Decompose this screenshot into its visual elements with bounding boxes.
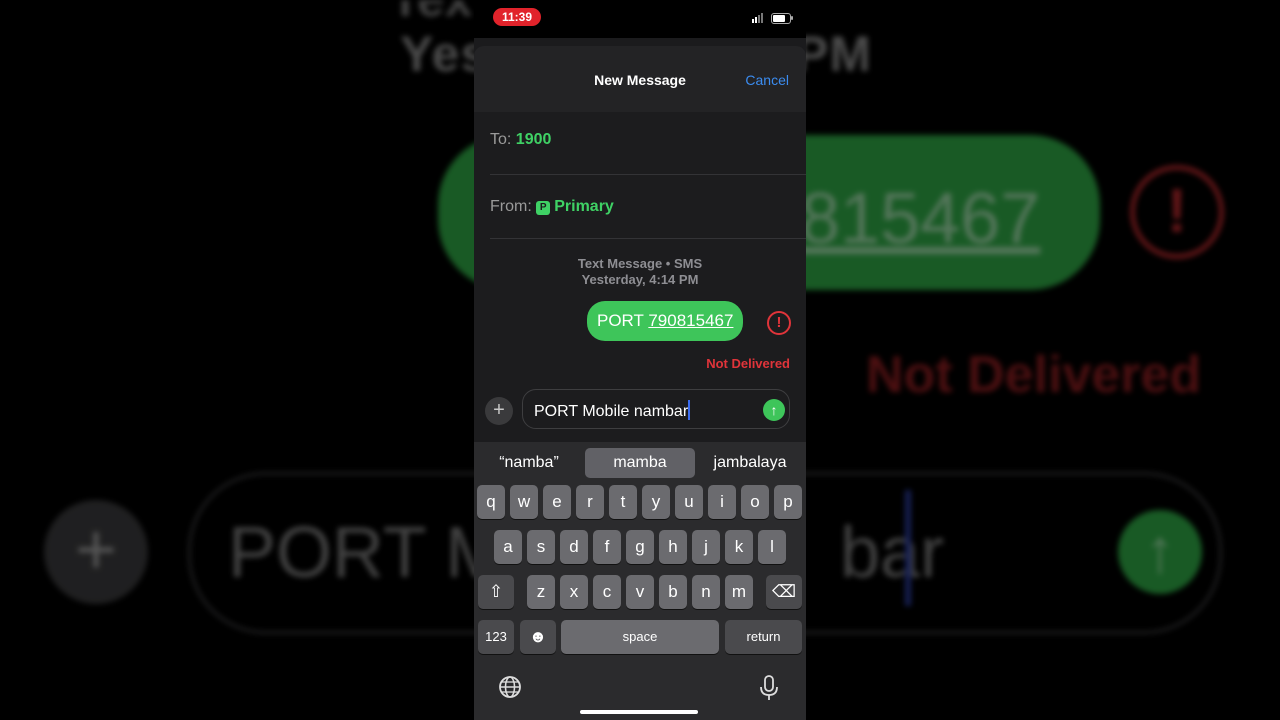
sender-line[interactable]: Primary (554, 198, 614, 215)
send-button[interactable]: ↑ (763, 399, 785, 421)
divider (490, 238, 806, 239)
alert-icon[interactable]: ! (767, 311, 791, 335)
suggestion-1[interactable]: “namba” (482, 448, 576, 478)
return-key[interactable]: return (725, 620, 802, 654)
phone-number-link[interactable]: 790815467 (648, 311, 733, 330)
key-n[interactable]: n (692, 575, 720, 609)
space-key[interactable]: space (561, 620, 719, 654)
status-bar: 11:39 (474, 0, 806, 38)
message-bubble[interactable]: PORT 790815467 (587, 301, 744, 341)
key-d[interactable]: d (560, 530, 588, 564)
message-text: PORT (597, 311, 649, 330)
globe-icon[interactable] (498, 675, 522, 699)
cancel-button[interactable]: Cancel (745, 72, 789, 88)
key-v[interactable]: v (626, 575, 654, 609)
message-input[interactable]: PORT Mobile nambar ↑ (522, 389, 790, 429)
message-timestamp: Yesterday, 4:14 PM (581, 272, 699, 287)
nav-bar: New Message Cancel (474, 46, 806, 112)
key-y[interactable]: y (642, 485, 670, 519)
status-time: 11:39 (493, 8, 541, 26)
key-m[interactable]: m (725, 575, 753, 609)
key-c[interactable]: c (593, 575, 621, 609)
plus-button[interactable]: + (485, 397, 513, 425)
numbers-key[interactable]: 123 (478, 620, 514, 654)
key-z[interactable]: z (527, 575, 555, 609)
primary-line-icon: P (536, 201, 551, 215)
suggestion-3[interactable]: jambalaya (703, 448, 797, 478)
bg-title-fragment: Tex (390, 0, 472, 28)
bg-number-fragment: 815467 (800, 179, 1041, 259)
divider (490, 174, 806, 175)
phone-screen: 11:39 New Message Cancel To: 1900 From: … (474, 0, 806, 720)
battery-icon (771, 13, 791, 24)
bg-timestamp-right: PM (795, 26, 872, 82)
signal-icon (752, 13, 763, 23)
delete-key[interactable]: ⌫ (766, 575, 802, 609)
key-a[interactable]: a (494, 530, 522, 564)
delivery-status: Not Delivered (706, 356, 790, 371)
key-s[interactable]: s (527, 530, 555, 564)
key-r[interactable]: r (576, 485, 604, 519)
key-f[interactable]: f (593, 530, 621, 564)
bg-plus-icon: + (44, 500, 148, 604)
key-q[interactable]: q (477, 485, 505, 519)
key-t[interactable]: t (609, 485, 637, 519)
key-k[interactable]: k (725, 530, 753, 564)
service-label: Text Message • SMS (577, 256, 703, 271)
microphone-icon[interactable] (759, 675, 779, 701)
shift-key[interactable]: ⇧ (478, 575, 514, 609)
to-field[interactable]: To: 1900 (490, 131, 551, 149)
from-field[interactable]: From: P Primary (490, 198, 614, 216)
text-cursor (688, 400, 691, 420)
suggestion-2[interactable]: mamba (585, 448, 695, 478)
key-e[interactable]: e (543, 485, 571, 519)
emoji-key[interactable]: ☻ (520, 620, 556, 654)
key-l[interactable]: l (758, 530, 786, 564)
key-j[interactable]: j (692, 530, 720, 564)
keyboard: “namba” mamba jambalaya qwertyuiop asdfg… (474, 442, 806, 720)
key-w[interactable]: w (510, 485, 538, 519)
bg-send-icon: ↑ (1118, 510, 1202, 594)
key-o[interactable]: o (741, 485, 769, 519)
key-x[interactable]: x (560, 575, 588, 609)
from-label: From: (490, 198, 532, 215)
key-i[interactable]: i (708, 485, 736, 519)
key-h[interactable]: h (659, 530, 687, 564)
battery-tip (791, 16, 793, 20)
key-u[interactable]: u (675, 485, 703, 519)
message-input-text: PORT Mobile nambar (534, 400, 691, 421)
to-label: To: (490, 131, 512, 148)
key-b[interactable]: b (659, 575, 687, 609)
key-g[interactable]: g (626, 530, 654, 564)
bg-input-right: bar (840, 513, 945, 593)
key-p[interactable]: p (774, 485, 802, 519)
bg-cursor (905, 490, 911, 606)
bg-not-delivered: Not Delivered (866, 346, 1202, 404)
bg-alert-icon: ! (1130, 165, 1224, 259)
home-indicator (580, 710, 698, 714)
bg-input-left: PORT M (228, 513, 506, 593)
recipient[interactable]: 1900 (516, 131, 552, 148)
